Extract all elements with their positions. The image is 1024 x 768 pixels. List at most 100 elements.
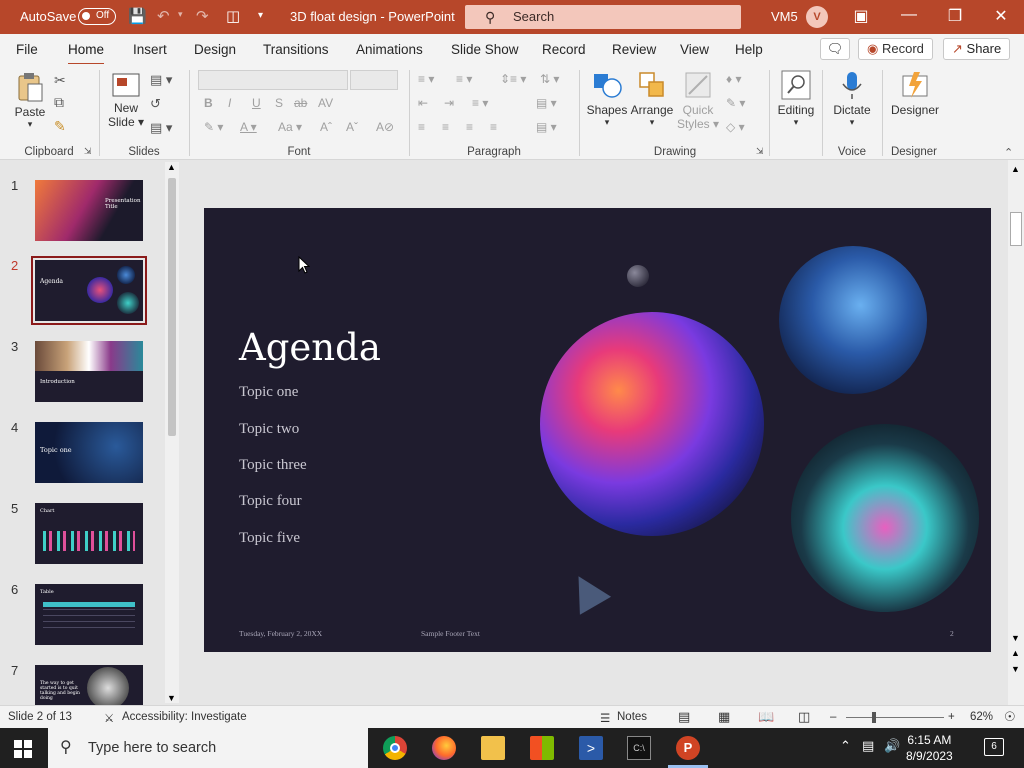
footer-text[interactable]: Sample Footer Text — [421, 629, 480, 638]
tab-record[interactable]: Record — [542, 42, 586, 57]
undo-icon[interactable]: ↶ — [157, 7, 170, 25]
italic-icon[interactable]: I — [228, 96, 231, 110]
paste-button[interactable]: Paste ▾ — [10, 72, 50, 130]
numbering-icon[interactable]: ≡ ▾ — [456, 72, 472, 86]
strikethrough-icon[interactable]: ab — [294, 96, 307, 110]
zoom-out-icon[interactable]: – — [830, 711, 836, 723]
previous-slide-icon[interactable]: ▲ — [1011, 648, 1020, 658]
layout-icon[interactable]: ▤ ▾ — [150, 72, 172, 88]
change-case-icon[interactable]: Aa ▾ — [278, 120, 302, 134]
notes-icon[interactable]: ☰ — [600, 711, 610, 725]
bullets-icon[interactable]: ≡ ▾ — [418, 72, 434, 86]
avatar[interactable]: V — [806, 6, 828, 28]
copy-icon[interactable]: ⧉ — [54, 94, 64, 111]
presenter-icon[interactable]: ◫ — [226, 7, 240, 25]
accessibility-icon[interactable]: ⚔ — [104, 711, 114, 725]
shapes-button[interactable]: Shapes ▾ — [586, 70, 628, 128]
slide-canvas[interactable]: Agenda Topic one Topic two Topic three T… — [204, 208, 991, 652]
editing-button[interactable]: Editing ▾ — [774, 70, 818, 128]
font-color-icon[interactable]: A ▾ — [240, 120, 257, 134]
character-spacing-icon[interactable]: AV — [318, 96, 333, 110]
slide-thumbnail-5[interactable]: Chart — [35, 503, 143, 564]
next-slide-icon[interactable]: ▼ — [1011, 664, 1020, 674]
align-text-icon[interactable]: ▤ ▾ — [536, 120, 557, 134]
microsoft-store-icon[interactable] — [530, 736, 554, 760]
save-icon[interactable]: 💾 — [128, 7, 147, 25]
slide-title[interactable]: Agenda — [239, 326, 381, 369]
tab-home[interactable]: Home — [68, 42, 105, 66]
agenda-topic[interactable]: Topic three — [239, 457, 307, 474]
font-name-combobox[interactable] — [198, 70, 348, 90]
powershell-icon[interactable]: > — [579, 736, 603, 760]
fit-to-window-icon[interactable]: ☉ — [1004, 709, 1016, 725]
editor-scroll-thumb[interactable] — [1010, 212, 1022, 246]
arrange-button[interactable]: Arrange ▾ — [630, 70, 674, 128]
scroll-down-icon[interactable]: ▼ — [1011, 633, 1020, 643]
scroll-up-icon[interactable]: ▲ — [167, 162, 176, 172]
show-hidden-icons-icon[interactable]: ⌃ — [840, 738, 851, 754]
ribbon-display-icon[interactable]: ▣ — [846, 6, 876, 26]
footer-date[interactable]: Tuesday, February 2, 20XX — [239, 629, 322, 638]
shape-fill-icon[interactable]: ♦ ▾ — [726, 72, 741, 86]
slide-sorter-icon[interactable]: ▦ — [718, 709, 730, 725]
align-left-icon[interactable]: ≡ — [418, 120, 425, 134]
slide-thumbnail-4[interactable]: Topic one — [35, 422, 143, 483]
agenda-topic[interactable]: Topic four — [239, 493, 302, 510]
tab-slide-show[interactable]: Slide Show — [451, 42, 519, 57]
shape-outline-icon[interactable]: ✎ ▾ — [726, 96, 745, 110]
increase-font-icon[interactable]: Aˆ — [320, 120, 332, 134]
notification-center-icon[interactable]: 6 — [984, 738, 1004, 756]
justify-icon[interactable]: ≡ — [490, 120, 497, 134]
wave-orb-image[interactable] — [791, 424, 979, 612]
collapse-ribbon-icon[interactable]: ⌃ — [1004, 146, 1013, 159]
record-button[interactable]: ◉ Record — [858, 38, 933, 60]
undo-dropdown-icon[interactable]: ▾ — [178, 9, 183, 20]
slide-thumbnail-6[interactable]: Table — [35, 584, 143, 645]
align-right-icon[interactable]: ≡ — [466, 120, 473, 134]
tab-design[interactable]: Design — [194, 42, 236, 57]
agenda-topic[interactable]: Topic one — [239, 384, 298, 401]
reading-view-icon[interactable]: 📖 — [758, 709, 774, 725]
dictate-button[interactable]: Dictate ▾ — [829, 70, 875, 128]
new-slide-button[interactable]: New Slide ▾ — [106, 72, 146, 129]
bold-icon[interactable]: B — [204, 96, 213, 110]
tab-help[interactable]: Help — [735, 42, 763, 57]
volume-icon[interactable]: 🔊 — [884, 738, 900, 754]
align-center-icon[interactable]: ≡ — [442, 120, 449, 134]
slideshow-icon[interactable]: ◫ — [798, 709, 810, 725]
powerpoint-taskbar-icon[interactable]: P — [676, 736, 700, 760]
small-sphere-image[interactable] — [627, 265, 649, 287]
restore-icon[interactable]: ❐ — [940, 6, 970, 26]
comments-icon[interactable]: 🗨 — [820, 38, 850, 60]
redo-icon[interactable]: ↷ — [196, 7, 209, 25]
accessibility-status[interactable]: Accessibility: Investigate — [122, 711, 247, 723]
terminal-icon[interactable]: C:\ — [627, 736, 651, 760]
system-clock[interactable]: 6:15 AM 8/9/2023 — [906, 732, 953, 764]
slide-thumbnail-1[interactable]: Presentation Title — [35, 180, 143, 241]
notes-button[interactable]: Notes — [617, 711, 647, 723]
agenda-topic[interactable]: Topic five — [239, 530, 300, 547]
shadow-icon[interactable]: S — [275, 96, 283, 110]
slide-thumbnail-7[interactable]: The way to get started is to quit talkin… — [35, 665, 143, 705]
drawing-launcher-icon[interactable]: ⇲ — [756, 146, 764, 157]
network-icon[interactable]: ▤ — [862, 738, 874, 754]
scroll-up-icon[interactable]: ▲ — [1011, 164, 1020, 174]
format-painter-icon[interactable]: ✎ — [54, 118, 66, 135]
slide-counter[interactable]: Slide 2 of 13 — [8, 711, 72, 723]
customize-toolbar-icon[interactable]: ▾ — [258, 10, 263, 21]
slide-thumbnail-3[interactable]: Introduction — [35, 341, 143, 402]
agenda-topic[interactable]: Topic two — [239, 421, 299, 438]
columns-icon[interactable]: ≡ ▾ — [472, 96, 488, 110]
file-explorer-icon[interactable] — [481, 736, 505, 760]
cut-icon[interactable]: ✂ — [54, 72, 66, 89]
zoom-level[interactable]: 62% — [970, 711, 993, 723]
quick-styles-button[interactable]: Quick Styles ▾ — [676, 70, 720, 131]
convert-smartart-icon[interactable]: ▤ ▾ — [536, 96, 557, 110]
normal-view-icon[interactable]: ▤ — [678, 709, 690, 725]
zoom-in-icon[interactable]: + — [948, 711, 955, 723]
autosave-toggle[interactable]: Off — [78, 8, 116, 25]
firefox-icon[interactable] — [432, 736, 456, 760]
clear-formatting-icon[interactable]: A⊘ — [376, 120, 394, 134]
tab-file[interactable]: File — [16, 42, 38, 57]
increase-indent-icon[interactable]: ⇥ — [444, 96, 454, 110]
